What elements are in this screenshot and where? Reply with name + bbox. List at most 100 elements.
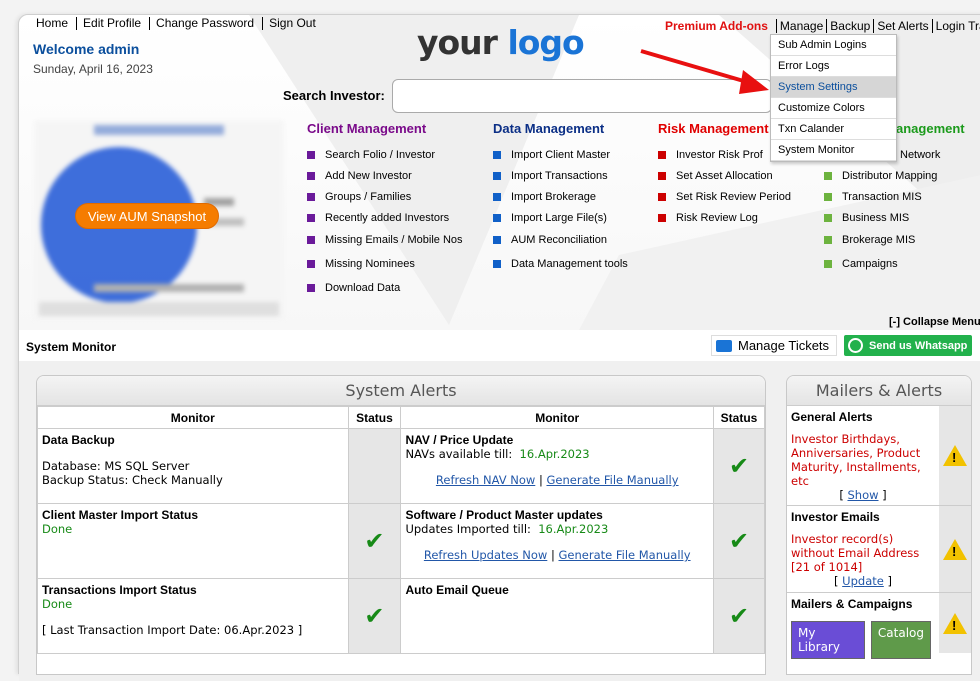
link-label: Campaigns xyxy=(842,258,898,270)
show-link[interactable]: Show xyxy=(847,488,878,502)
auto-email-title: Auto Email Queue xyxy=(405,583,509,597)
view-aum-snapshot-button[interactable]: View AUM Snapshot xyxy=(75,203,219,229)
link-label: Data Management tools xyxy=(511,258,628,270)
database-line: Database: MS SQL Server xyxy=(42,459,190,473)
menu-link[interactable]: Risk Review Log xyxy=(658,207,791,228)
menu-link[interactable]: Brokerage MIS xyxy=(824,228,965,252)
client-master-title: Client Master Import Status xyxy=(42,508,199,522)
menu-link[interactable]: Import Client Master xyxy=(493,144,628,165)
bullet-icon xyxy=(307,150,315,159)
catalog-button[interactable]: Catalog xyxy=(870,621,931,659)
generate-file-link[interactable]: Generate File Manually xyxy=(546,473,678,487)
menu-link[interactable]: Missing Nominees xyxy=(307,252,463,276)
link-label: Risk Review Log xyxy=(676,211,758,224)
menu-item-customize-colors[interactable]: Customize Colors xyxy=(771,98,896,119)
check-icon: ✔ xyxy=(728,452,750,480)
bullet-icon xyxy=(658,150,666,159)
transactions-import-cell: Transactions Import Status Done [ Last T… xyxy=(37,578,349,654)
bullet-icon xyxy=(824,213,832,222)
collapse-menu-link[interactable]: [-] Collapse Menu xyxy=(889,316,980,328)
warning-icon: ! xyxy=(939,506,971,592)
set-alerts-link[interactable]: Set Alerts xyxy=(873,19,931,33)
status-cell xyxy=(347,428,402,504)
link-label: Add New Investor xyxy=(325,169,412,182)
menu-link[interactable]: AUM Reconciliation xyxy=(493,228,628,252)
data-backup-cell: Data Backup Database: MS SQL Server Back… xyxy=(37,428,349,504)
manage-link[interactable]: Manage xyxy=(775,19,826,33)
investor-emails-title: Investor Emails xyxy=(791,510,880,524)
client-master-cell: Client Master Import Status Done xyxy=(37,503,349,579)
backup-link[interactable]: Backup xyxy=(826,19,873,33)
menu-link[interactable]: Missing Emails / Mobile Nos xyxy=(307,228,463,252)
link-label: Investor Risk Prof xyxy=(676,148,763,161)
bullet-icon xyxy=(493,171,501,180)
bullet-icon xyxy=(658,171,666,180)
general-alerts-title: General Alerts xyxy=(791,410,873,424)
menu-link[interactable]: Set Risk Review Period xyxy=(658,186,791,207)
menu-item-system-monitor[interactable]: System Monitor xyxy=(771,140,896,161)
link-label: Distributor Mapping xyxy=(842,169,938,182)
status-cell: ✔ xyxy=(347,578,402,654)
menu-link[interactable]: Set Asset Allocation xyxy=(658,165,791,186)
data-backup-title: Data Backup xyxy=(42,433,115,447)
menu-link[interactable]: Recently added Investors xyxy=(307,207,463,228)
menu-link[interactable]: Add New Investor xyxy=(307,165,463,186)
menu-item-txn-calander[interactable]: Txn Calander xyxy=(771,119,896,140)
menu-link[interactable]: Campaigns xyxy=(824,252,965,276)
menu-link[interactable]: Groups / Families xyxy=(307,186,463,207)
menu-item-error-logs[interactable]: Error Logs xyxy=(771,56,896,77)
sign-out-link[interactable]: Sign Out xyxy=(269,17,324,30)
menu-link[interactable]: Search Folio / Investor xyxy=(307,144,463,165)
check-icon: ✔ xyxy=(364,527,385,555)
bullet-icon xyxy=(493,213,501,222)
transactions-import-status: Done xyxy=(42,597,73,611)
whatsapp-icon xyxy=(848,338,863,353)
monitor-header: Monitor xyxy=(37,406,349,429)
menu-link[interactable]: Business MIS xyxy=(824,207,965,228)
menu-link[interactable]: Import Large File(s) xyxy=(493,207,628,228)
status-cell: ✔ xyxy=(713,503,765,579)
menu-link[interactable]: Import Brokerage xyxy=(493,186,628,207)
menu-link[interactable]: Download Data xyxy=(307,276,463,300)
status-cell: ✔ xyxy=(713,428,765,504)
change-password-link[interactable]: Change Password xyxy=(156,17,264,30)
table-header-row: Monitor Status Monitor Status xyxy=(37,406,765,429)
check-icon: ✔ xyxy=(364,602,385,630)
warning-icon: ! xyxy=(939,593,971,653)
manage-tickets-button[interactable]: Manage Tickets xyxy=(711,335,837,356)
top-links: Home Edit Profile Change Password Sign O… xyxy=(36,17,330,30)
ticket-icon xyxy=(716,339,732,352)
software-updates-title: Software / Product Master updates xyxy=(405,508,603,522)
menu-link[interactable]: Distributor Mapping xyxy=(824,165,965,186)
menu-link[interactable]: Transaction MIS xyxy=(824,186,965,207)
monitor-header: Monitor xyxy=(400,406,714,429)
update-link[interactable]: Update xyxy=(842,574,884,588)
edit-profile-link[interactable]: Edit Profile xyxy=(83,17,151,30)
client-master-status: Done xyxy=(42,522,73,536)
premium-addons-link[interactable]: Premium Add-ons xyxy=(665,19,768,33)
my-library-button[interactable]: My Library xyxy=(791,621,865,659)
refresh-updates-link[interactable]: Refresh Updates Now xyxy=(424,548,547,562)
menu-link[interactable]: Import Transactions xyxy=(493,165,628,186)
bullet-icon xyxy=(307,213,315,222)
home-link[interactable]: Home xyxy=(36,17,78,30)
menu-link[interactable]: Data Management tools xyxy=(493,252,628,276)
last-import-date: [ Last Transaction Import Date: 06.Apr.2… xyxy=(42,623,303,637)
menu-item-system-settings[interactable]: System Settings xyxy=(771,77,896,98)
logo-part-1: your xyxy=(417,23,498,62)
bullet-icon xyxy=(493,192,501,201)
bullet-icon xyxy=(307,192,315,201)
whatsapp-label: Send us Whatsapp xyxy=(869,339,968,352)
bullet-icon xyxy=(307,260,315,268)
network-management-heading: anagement xyxy=(896,121,965,136)
whatsapp-button[interactable]: Send us Whatsapp xyxy=(844,335,972,356)
login-traffic-link[interactable]: Login Traffic xyxy=(931,19,980,33)
generate-file-link[interactable]: Generate File Manually xyxy=(559,548,691,562)
link-label: Download Data xyxy=(325,282,401,294)
link-label: Import Transactions xyxy=(511,169,608,182)
bullet-icon xyxy=(493,260,501,268)
right-nav: Premium Add-ons Manage Backup Set Alerts… xyxy=(665,19,980,33)
menu-item-sub-admin-logins[interactable]: Sub Admin Logins xyxy=(771,35,896,56)
general-alerts-text: Investor Birthdays, Anniversaries, Produ… xyxy=(791,432,921,488)
refresh-nav-link[interactable]: Refresh NAV Now xyxy=(436,473,535,487)
